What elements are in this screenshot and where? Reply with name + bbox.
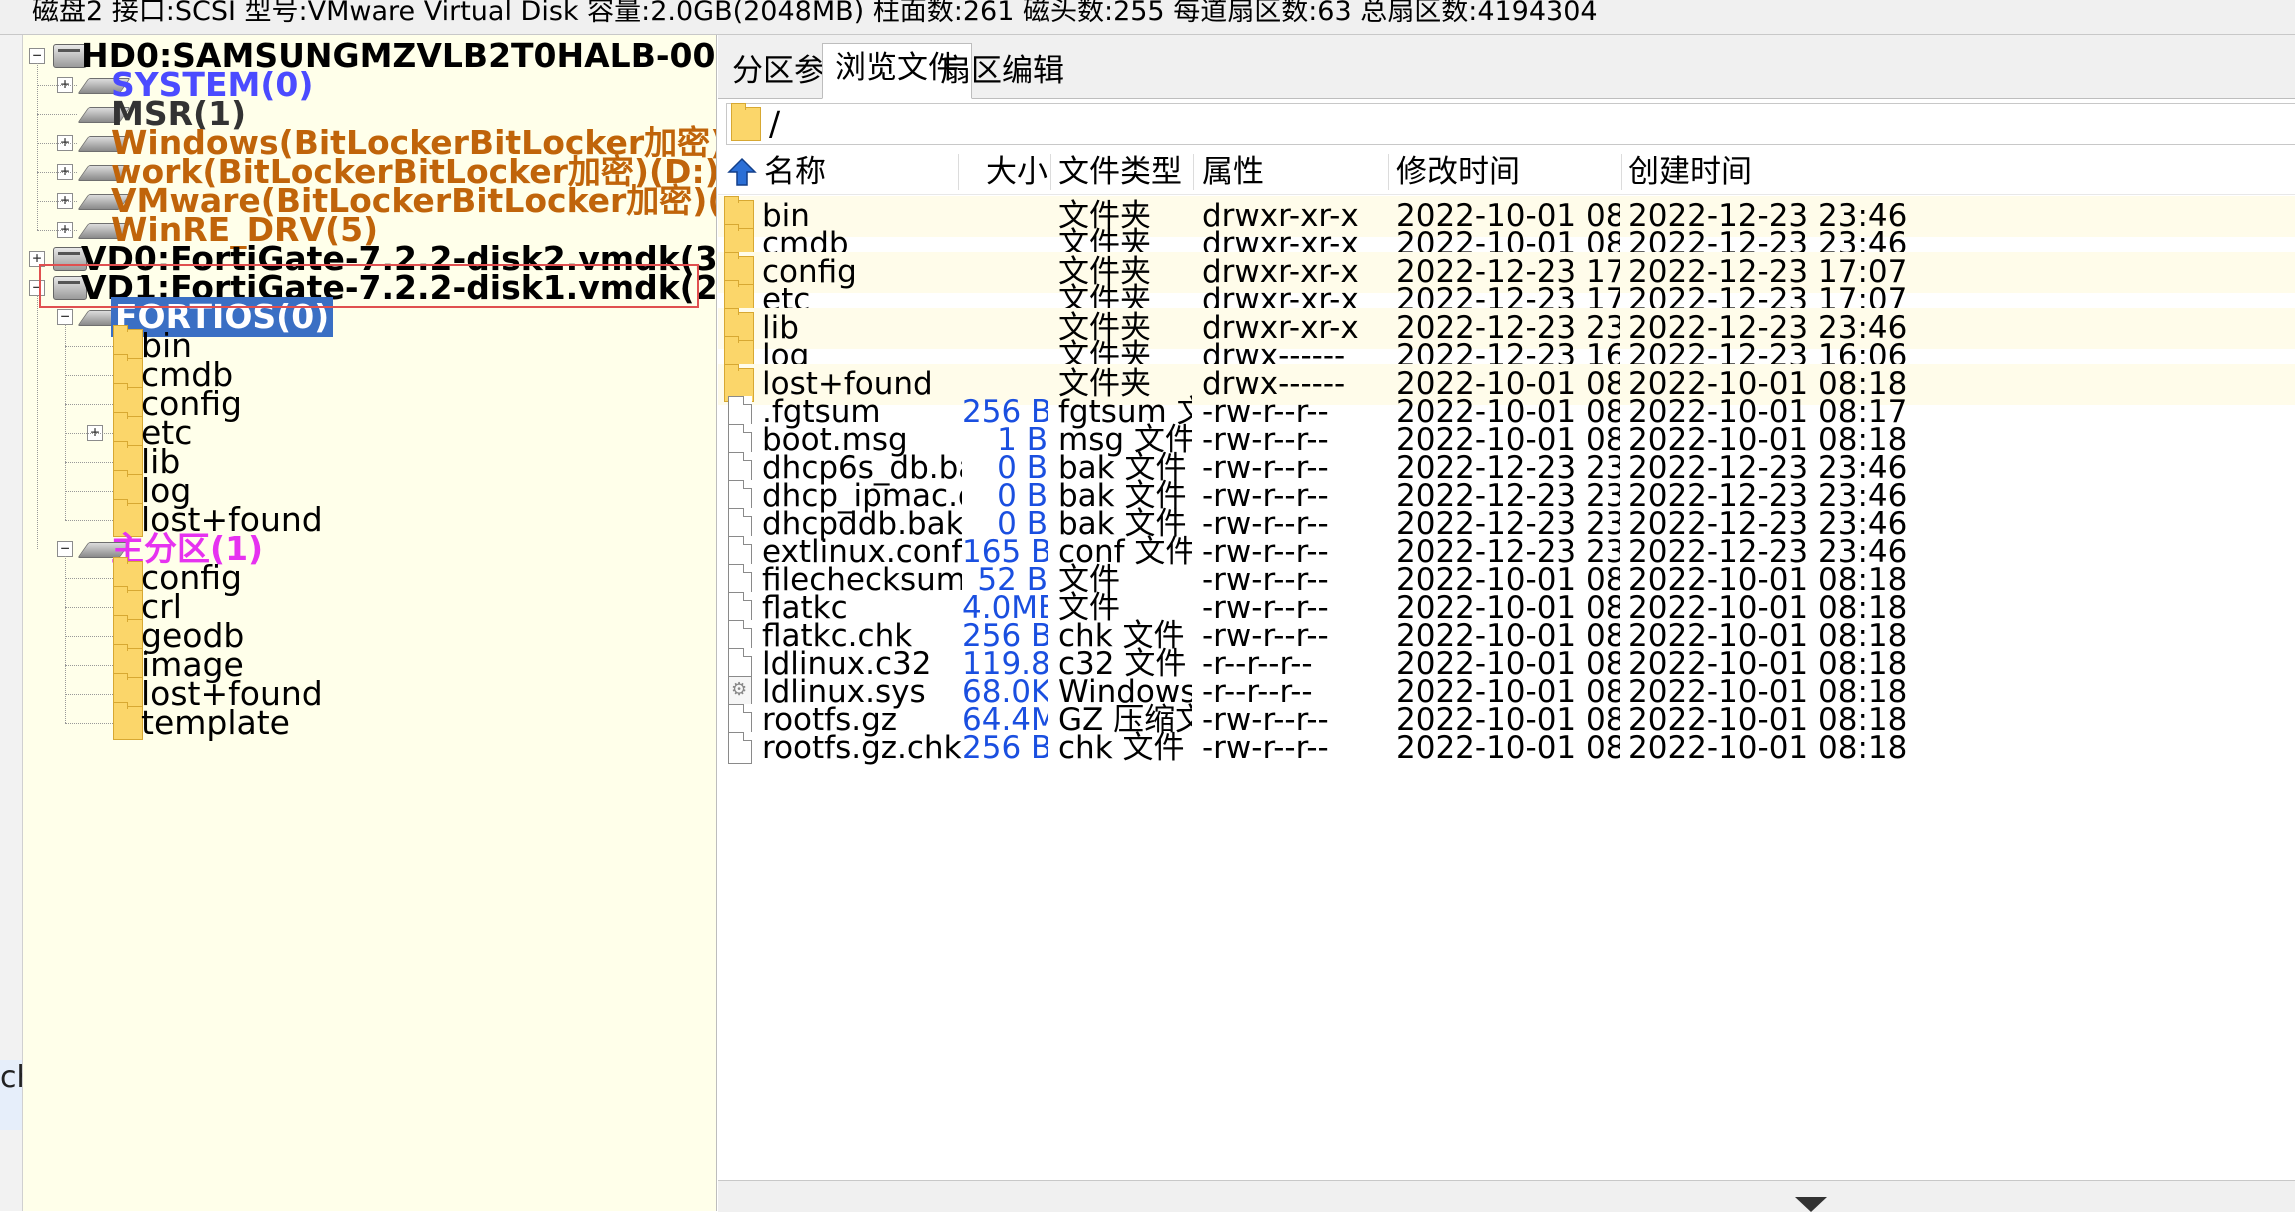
- folder-icon: [731, 103, 761, 141]
- left-edge-strip: ch: [0, 35, 23, 1211]
- tree-connector: [65, 433, 113, 434]
- tree-connector: [65, 346, 113, 347]
- file-attributes: -rw-r--r--: [1202, 730, 1329, 766]
- file-row[interactable]: rootfs.gz.chk 256 B chk 文件 -rw-r--r-- 2022-1…: [718, 728, 2295, 769]
- file-size: 256 B: [962, 730, 1048, 766]
- column-separator[interactable]: [1621, 154, 1622, 190]
- tree-node-label: template: [141, 703, 290, 742]
- expand-toggle-icon[interactable]: −: [57, 541, 73, 557]
- horizontal-scrollbar[interactable]: [718, 1180, 2295, 1212]
- file-list: bin文件夹drwxr-xr-x2022-10-01 08:18:112022-…: [718, 196, 2295, 1056]
- column-separator[interactable]: [958, 154, 959, 190]
- tree-connector: [65, 607, 113, 608]
- tree-connector: [65, 520, 113, 521]
- column-header-size[interactable]: 大小: [962, 150, 1048, 194]
- disk-info-text: 磁盘2 接口:SCSI 型号:VMware Virtual Disk 容量:2.…: [32, 0, 1598, 27]
- current-path: /: [769, 104, 781, 143]
- tree-connector: [65, 462, 113, 463]
- file-created-time: 2022-10-01 08:18: [1628, 730, 1908, 766]
- tree-connector: [37, 172, 77, 173]
- tree-connector: [65, 723, 113, 724]
- file-type: chk 文件: [1058, 730, 1185, 766]
- tree-connector: [65, 636, 113, 637]
- tree-connector: [37, 230, 77, 231]
- left-edge-fragment: ch: [0, 1060, 22, 1130]
- file-list-header: 名称 大小 文件类型 属性 修改时间 创建时间: [718, 150, 2295, 195]
- tree-connector: [37, 201, 77, 202]
- column-header-modified[interactable]: 修改时间: [1396, 150, 1520, 194]
- tree-connector: [65, 665, 113, 666]
- file-modified-time: 2022-10-01 08:18:11: [1396, 730, 1620, 766]
- column-separator[interactable]: [1388, 154, 1389, 190]
- tree-connector: [65, 491, 113, 492]
- tree-folder[interactable]: template: [23, 702, 716, 744]
- tree-connector: [37, 63, 38, 230]
- tree-connector: [65, 375, 113, 376]
- tree-connector: [65, 404, 113, 405]
- column-header-type[interactable]: 文件类型: [1058, 150, 1182, 194]
- tree-connector: [37, 114, 77, 115]
- file-browser-pane: 分区参数 浏览文件 扇区编辑 / 名称 大小 文件类型 属性 修改时间 创建时间…: [718, 35, 2295, 1212]
- column-separator[interactable]: [1050, 154, 1051, 190]
- column-header-created[interactable]: 创建时间: [1628, 150, 1752, 194]
- column-separator[interactable]: [1193, 154, 1194, 190]
- tree-connector: [37, 295, 38, 549]
- selection-outline: [39, 264, 699, 308]
- tree-connector: [37, 143, 77, 144]
- path-bar[interactable]: /: [726, 103, 2295, 145]
- scroll-arrow-icon[interactable]: [1795, 1197, 1827, 1212]
- expand-toggle-icon[interactable]: −: [57, 309, 73, 325]
- tree-connector: [65, 556, 66, 723]
- folder-icon: [113, 702, 143, 740]
- tab-sector-editor[interactable]: 扇区编辑: [928, 47, 1076, 97]
- file-name: rootfs.gz.chk: [762, 730, 962, 766]
- up-arrow-icon[interactable]: [726, 156, 758, 188]
- column-header-attributes[interactable]: 属性: [1202, 150, 1264, 194]
- file-icon: [728, 732, 752, 764]
- disk-tree[interactable]: − HD0:SAMSUNGMZVLB2T0HALB-000L7 + SYSTEM(0)…: [23, 35, 717, 1211]
- tree-connector: [65, 324, 66, 520]
- disk-info-bar: 磁盘2 接口:SCSI 型号:VMware Virtual Disk 容量:2.…: [0, 0, 2295, 35]
- tree-connector: [37, 85, 77, 86]
- column-header-name[interactable]: 名称: [764, 150, 826, 194]
- tree-connector: [65, 578, 113, 579]
- expand-toggle-icon[interactable]: −: [29, 48, 45, 64]
- tab-bar: 分区参数 浏览文件 扇区编辑: [718, 35, 2295, 99]
- tree-connector: [65, 694, 113, 695]
